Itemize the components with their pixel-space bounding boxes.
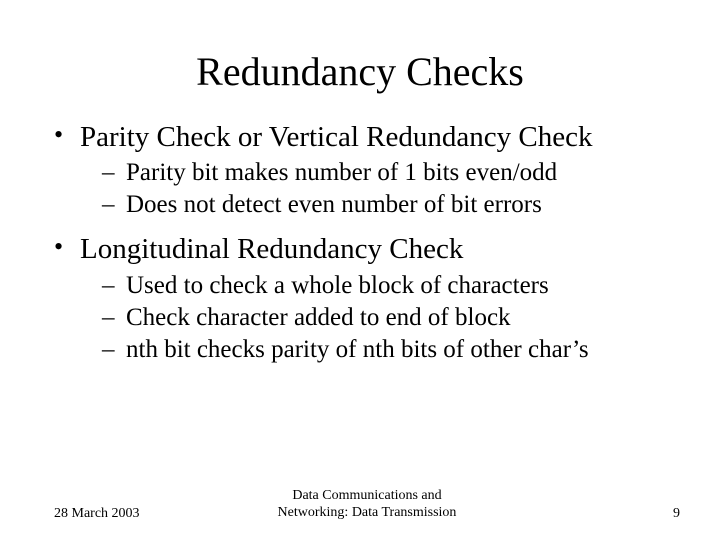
- slide: Redundancy Checks Parity Check or Vertic…: [0, 0, 720, 540]
- sub-bullet-item: Used to check a whole block of character…: [102, 270, 680, 302]
- footer-center: Data Communications and Networking: Data…: [54, 488, 680, 522]
- sub-bullet-list: Parity bit makes number of 1 bits even/o…: [80, 157, 680, 221]
- bullet-item: Longitudinal Redundancy Check Used to ch…: [54, 231, 680, 365]
- slide-title: Redundancy Checks: [0, 0, 720, 119]
- sub-bullet-item: Parity bit makes number of 1 bits even/o…: [102, 157, 680, 189]
- slide-content: Parity Check or Vertical Redundancy Chec…: [0, 119, 720, 366]
- sub-bullet-item: nth bit checks parity of nth bits of oth…: [102, 334, 680, 366]
- footer-center-line2: Networking: Data Transmission: [278, 505, 457, 520]
- bullet-text: Longitudinal Redundancy Check: [80, 233, 463, 265]
- footer-page-number: 9: [673, 506, 680, 522]
- footer-center-line1: Data Communications and: [292, 488, 441, 503]
- sub-bullet-item: Check character added to end of block: [102, 302, 680, 334]
- bullet-list: Parity Check or Vertical Redundancy Chec…: [54, 119, 680, 366]
- bullet-text: Parity Check or Vertical Redundancy Chec…: [80, 121, 592, 153]
- bullet-item: Parity Check or Vertical Redundancy Chec…: [54, 119, 680, 221]
- sub-bullet-list: Used to check a whole block of character…: [80, 270, 680, 366]
- footer-date: 28 March 2003: [54, 506, 140, 522]
- sub-bullet-item: Does not detect even number of bit error…: [102, 189, 680, 221]
- slide-footer: 28 March 2003 Data Communications and Ne…: [0, 488, 720, 522]
